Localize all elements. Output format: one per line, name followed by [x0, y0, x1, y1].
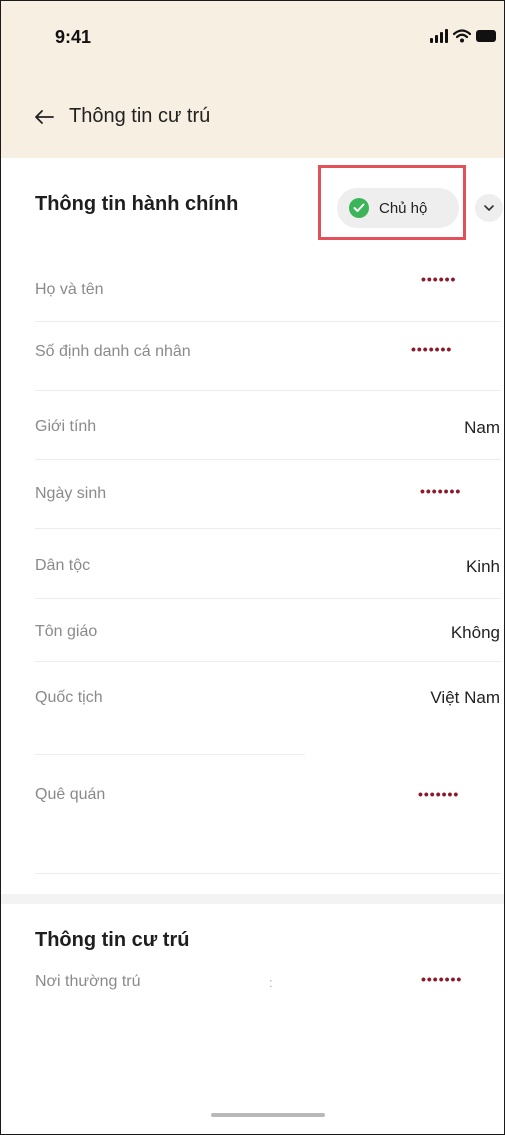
field-value-gender: Nam [464, 418, 500, 437]
field-value-nationality: Việt Nam [430, 688, 500, 707]
field-value-permanent-residence: ••••••• [421, 971, 463, 987]
residence-section-title: Thông tin cư trú [35, 929, 190, 951]
admin-section-title: Thông tin hành chính [35, 193, 239, 215]
status-time: 9:41 [55, 27, 92, 47]
battery-icon [476, 30, 496, 42]
field-label-personal-id: Số định danh cá nhân [35, 343, 191, 360]
field-label-hometown: Quê quán [35, 786, 106, 803]
field-value-full-name: •••••• [421, 271, 457, 287]
signal-icon [430, 29, 448, 43]
field-value-personal-id: ••••••• [411, 341, 453, 357]
expand-button[interactable] [475, 194, 503, 222]
field-value-birth-date: ••••••• [420, 483, 462, 499]
divider [35, 598, 501, 599]
top-bar: 9:41 Thông tin cư trú [1, 1, 504, 158]
divider [35, 528, 501, 529]
app-screen: 9:41 Thông tin cư trú Thông tin hành chí… [0, 0, 505, 1135]
page-title: Thông tin cư trú [69, 105, 211, 127]
field-label-religion: Tôn giáo [35, 623, 98, 640]
nav-bar: Thông tin cư trú [33, 105, 210, 128]
chevron-down-icon [484, 205, 494, 211]
divider [35, 661, 501, 662]
field-value-religion: Không [450, 623, 500, 642]
divider [35, 873, 501, 874]
divider [35, 459, 501, 460]
status-icons [430, 29, 496, 43]
field-label-ethnicity: Dân tộc [35, 557, 91, 574]
divider [35, 321, 501, 322]
divider [35, 390, 501, 391]
field-label-gender: Giới tính [35, 418, 97, 435]
divider [35, 754, 305, 755]
home-indicator[interactable] [211, 1113, 325, 1117]
field-separator: : [269, 975, 273, 990]
section-separator [1, 894, 504, 904]
field-value-ethnicity: Kinh [465, 557, 500, 576]
back-arrow-icon[interactable] [33, 106, 55, 128]
field-label-permanent-residence: Nơi thường trú [35, 973, 141, 990]
highlight-box [318, 165, 466, 240]
field-value-hometown: ••••••• [418, 786, 460, 802]
field-label-full-name: Họ và tên [35, 281, 104, 298]
field-label-birth-date: Ngày sinh [35, 485, 107, 502]
field-label-nationality: Quốc tịch [35, 689, 103, 706]
wifi-icon [453, 29, 471, 43]
